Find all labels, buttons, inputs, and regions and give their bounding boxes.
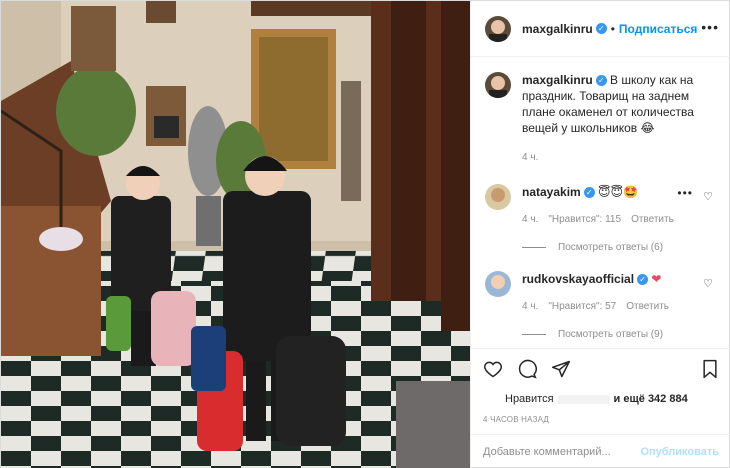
likes-count[interactable]: и ещё 342 884 — [614, 393, 688, 405]
caption-username[interactable]: maxgalkinru — [522, 73, 593, 87]
comment-item: rudkovskayaofficial ✓ ❤ 4 ч. "Нравится": 5… — [485, 271, 717, 315]
view-replies-label: Посмотреть ответы (9) — [558, 329, 664, 340]
comment-username[interactable]: natayakim — [522, 185, 581, 199]
add-comment-bar: Добавьте комментарий... Опубликовать — [471, 434, 730, 468]
post-sidebar: maxgalkinru ✓ • Подписаться ••• maxgalki… — [470, 1, 730, 468]
post-photo[interactable] — [1, 1, 470, 468]
caption: maxgalkinru ✓ В школу как на праздник. То… — [485, 72, 717, 166]
follow-button[interactable]: Подписаться — [619, 22, 697, 36]
author-username[interactable]: maxgalkinru — [522, 22, 593, 36]
comment-text: ❤ — [651, 272, 662, 286]
post-header: maxgalkinru ✓ • Подписаться ••• — [471, 1, 730, 57]
publish-button[interactable]: Опубликовать — [640, 446, 719, 458]
comment-item: natayakim ✓ 😇😇🤩 4 ч. "Нравится": 115 Ответи… — [485, 184, 717, 228]
reply-button[interactable]: Ответить — [631, 214, 674, 225]
post-timestamp[interactable]: 4 ЧАСОВ НАЗАД — [483, 415, 719, 424]
comment-username[interactable]: rudkovskayaofficial — [522, 272, 634, 286]
comment-heart-icon[interactable]: ♡ — [703, 277, 713, 290]
likes-summary[interactable]: Нравится и ещё 342 884 — [483, 393, 719, 405]
avatar[interactable] — [485, 72, 511, 98]
heart-icon[interactable] — [483, 359, 503, 384]
caption-time[interactable]: 4 ч. — [522, 150, 712, 166]
comment-time[interactable]: 4 ч. — [522, 301, 538, 312]
bookmark-icon[interactable] — [701, 359, 719, 384]
share-icon[interactable] — [551, 359, 571, 384]
comment-text: 😇😇🤩 — [598, 185, 639, 199]
comments-list[interactable]: maxgalkinru ✓ В школу как на праздник. То… — [471, 58, 730, 348]
comment-more-icon[interactable]: ••• — [677, 186, 693, 200]
verified-icon: ✓ — [595, 75, 607, 87]
comment-icon[interactable] — [517, 359, 537, 384]
verified-icon: ✓ — [637, 274, 649, 286]
photo-illustration — [1, 1, 470, 468]
post-container: maxgalkinru ✓ • Подписаться ••• maxgalki… — [0, 0, 730, 468]
verified-icon: ✓ — [595, 23, 607, 34]
comment-heart-icon[interactable]: ♡ — [703, 190, 713, 203]
avatar[interactable] — [485, 184, 511, 210]
comment-time[interactable]: 4 ч. — [522, 214, 538, 225]
comment-input[interactable]: Добавьте комментарий... — [483, 446, 611, 458]
comment-likes[interactable]: "Нравится": 57 — [548, 301, 616, 312]
comment-likes[interactable]: "Нравится": 115 — [548, 214, 621, 225]
reply-button[interactable]: Ответить — [626, 301, 669, 312]
verified-icon: ✓ — [583, 187, 595, 199]
view-replies-label: Посмотреть ответы (6) — [558, 242, 664, 253]
post-actions: Нравится и ещё 342 884 4 ЧАСОВ НАЗАД — [471, 348, 730, 434]
replies-line — [522, 334, 546, 335]
replies-line — [522, 247, 546, 248]
likes-prefix: Нравится — [505, 393, 554, 405]
view-replies[interactable]: Посмотреть ответы (9) — [522, 329, 717, 340]
avatar[interactable] — [485, 271, 511, 297]
avatar[interactable] — [485, 15, 511, 42]
view-replies[interactable]: Посмотреть ответы (6) — [522, 242, 717, 253]
liked-by-redacted — [557, 394, 610, 404]
separator-dot: • — [610, 21, 615, 36]
more-icon[interactable]: ••• — [701, 19, 719, 35]
